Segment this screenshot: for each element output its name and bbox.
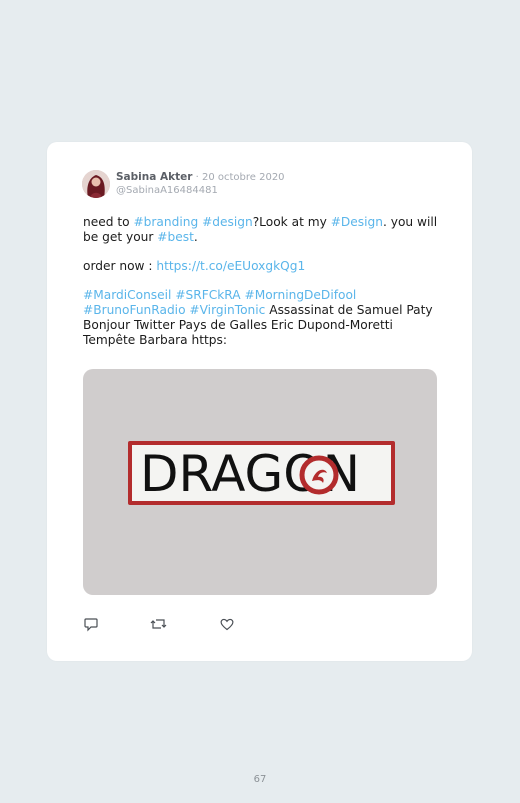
tweet-media-image[interactable]: DRAGON bbox=[83, 369, 437, 595]
like-icon[interactable] bbox=[219, 616, 237, 634]
hashtag-link[interactable]: #best bbox=[157, 230, 194, 244]
hashtag-link[interactable]: #MorningDeDifool bbox=[245, 288, 357, 302]
text-segment: need to bbox=[83, 215, 134, 229]
hashtag-link[interactable]: #branding bbox=[133, 215, 198, 229]
tweet-date[interactable]: 20 octobre 2020 bbox=[202, 172, 285, 183]
tweet-text: need to #branding #design?Look at my #De… bbox=[83, 215, 443, 348]
hashtag-link[interactable]: #MardiConseil bbox=[83, 288, 171, 302]
dragon-emblem-icon bbox=[299, 455, 339, 495]
avatar[interactable] bbox=[82, 170, 110, 198]
text-segment: order now : bbox=[83, 259, 157, 273]
reply-icon[interactable] bbox=[83, 616, 101, 634]
tweet-text-line-1: need to #branding #design?Look at my #De… bbox=[83, 215, 443, 245]
page-number: 67 bbox=[253, 774, 267, 785]
tweet-actions bbox=[83, 616, 283, 634]
text-segment: . bbox=[193, 230, 198, 244]
hashtag-link[interactable]: #Design bbox=[331, 215, 383, 229]
hashtag-link[interactable]: #design bbox=[202, 215, 253, 229]
hashtag-link[interactable]: #VirginTonic bbox=[189, 303, 265, 317]
dragon-logo: DRAGON bbox=[128, 441, 395, 505]
hashtag-link[interactable]: #SRFCkRA bbox=[175, 288, 240, 302]
hashtag-link[interactable]: https://t.co/eEUoxgkQg1 bbox=[156, 259, 305, 273]
author-handle[interactable]: @SabinaA16484481 bbox=[116, 185, 218, 196]
retweet-icon[interactable] bbox=[150, 616, 168, 634]
tweet-text-line-2: order now : https://t.co/eEUoxgkQg1 bbox=[83, 259, 443, 274]
author-line: Sabina Akter · 20 octobre 2020 bbox=[116, 171, 285, 183]
separator: · bbox=[192, 172, 202, 183]
hashtag-link[interactable]: #BrunoFunRadio bbox=[83, 303, 186, 317]
tweet-card: Sabina Akter · 20 octobre 2020 @SabinaA1… bbox=[47, 142, 472, 661]
text-segment: ?Look at my bbox=[252, 215, 331, 229]
author-name[interactable]: Sabina Akter bbox=[116, 171, 192, 183]
tweet-text-line-3: #MardiConseil #SRFCkRA #MorningDeDifool … bbox=[83, 288, 443, 348]
